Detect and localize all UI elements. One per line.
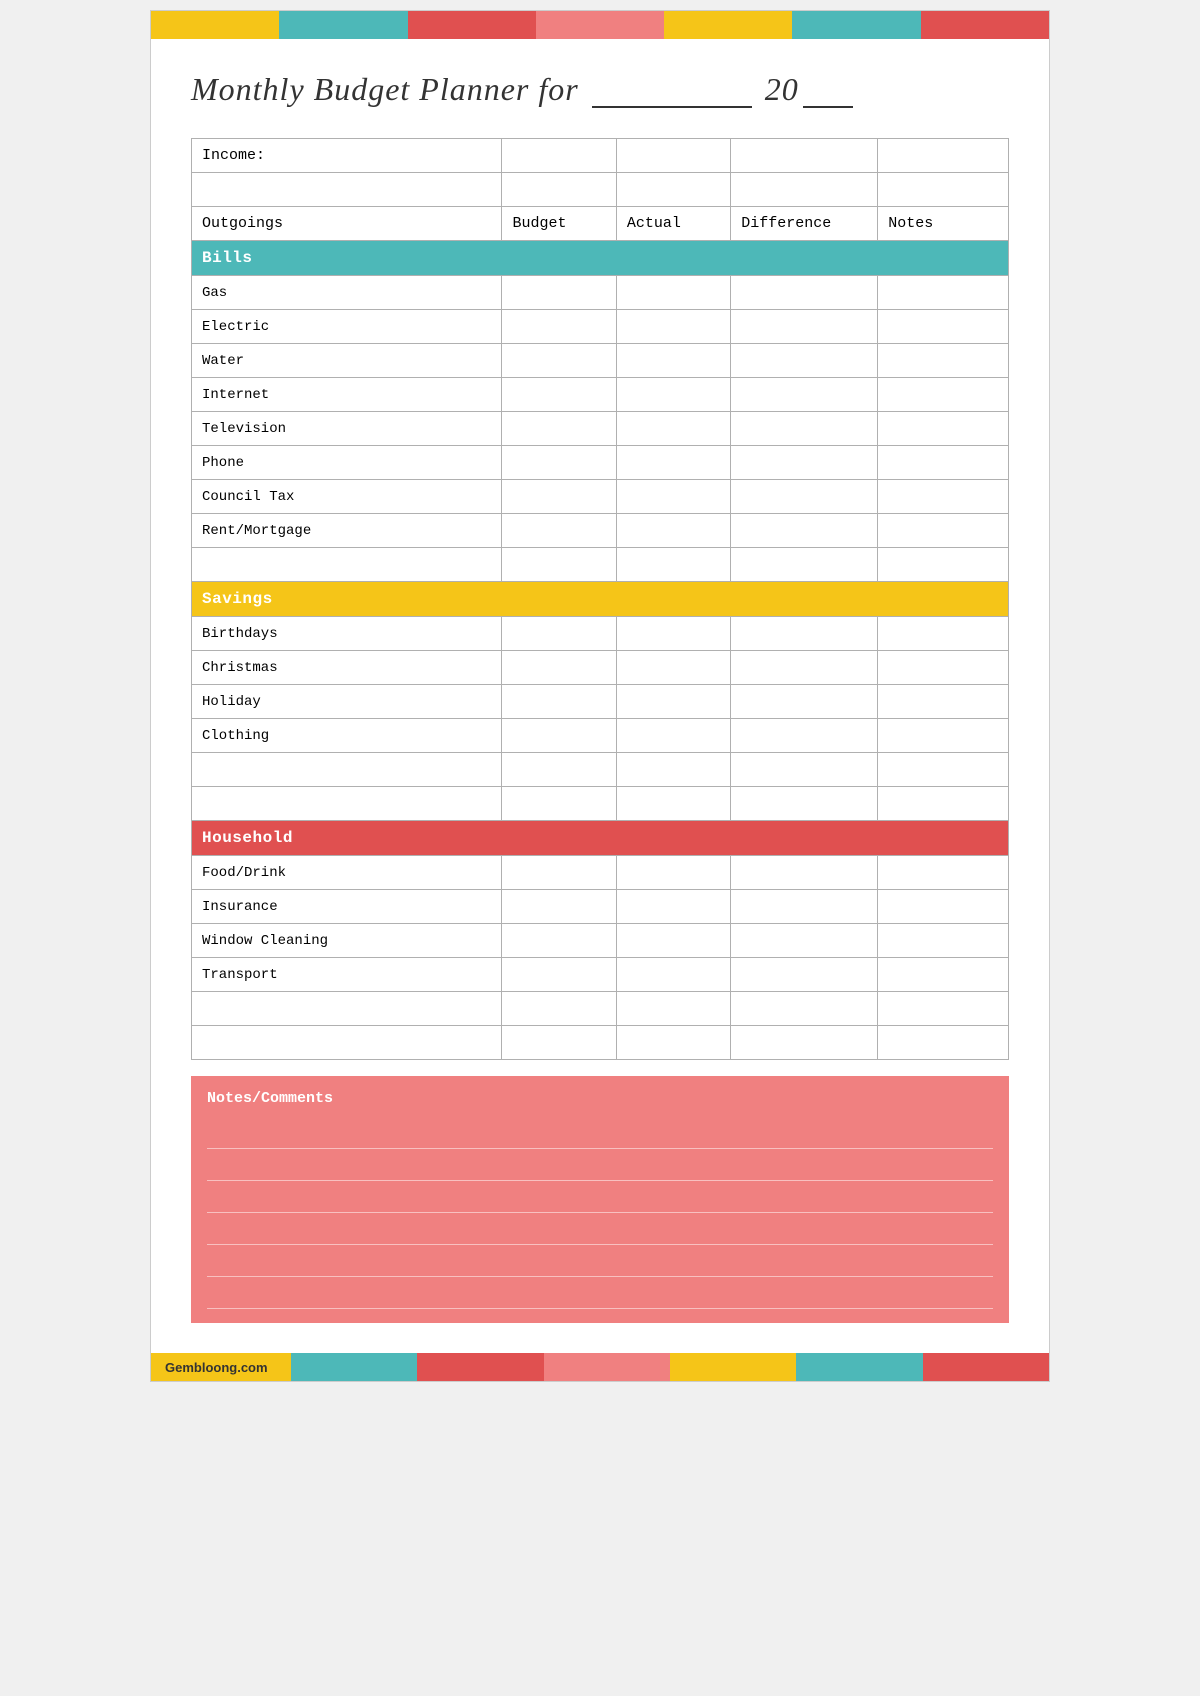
section-header-savings: Savings xyxy=(192,582,1009,617)
cell-budget xyxy=(502,276,616,310)
income-actual xyxy=(616,139,730,173)
row-birthdays: Birthdays xyxy=(192,617,1009,651)
row-label: Clothing xyxy=(192,719,502,753)
row-rent-mortgage: Rent/Mortgage xyxy=(192,514,1009,548)
bottom-bar-seg-6 xyxy=(923,1353,1049,1381)
row-gas: Gas xyxy=(192,276,1009,310)
row-label: Gas xyxy=(192,276,502,310)
bottom-bar-seg-2 xyxy=(417,1353,543,1381)
notes-line-1 xyxy=(207,1117,993,1149)
branding-bar: Gembloong.com xyxy=(151,1353,291,1381)
row-council-tax: Council Tax xyxy=(192,480,1009,514)
row-electric: Electric xyxy=(192,310,1009,344)
notes-comments-box: Notes/Comments xyxy=(191,1076,1009,1323)
row-holiday: Holiday xyxy=(192,685,1009,719)
spacer-household-1 xyxy=(192,992,1009,1026)
col-difference: Difference xyxy=(731,207,878,241)
year-prefix: 20 xyxy=(765,71,799,107)
row-label: Transport xyxy=(192,958,502,992)
top-bar-seg-1 xyxy=(151,11,279,39)
col-budget: Budget xyxy=(502,207,616,241)
row-television: Television xyxy=(192,412,1009,446)
row-label: Window Cleaning xyxy=(192,924,502,958)
income-notes xyxy=(878,139,1009,173)
row-label: Holiday xyxy=(192,685,502,719)
bills-header: Bills xyxy=(192,241,1009,276)
row-christmas: Christmas xyxy=(192,651,1009,685)
notes-line-4 xyxy=(207,1213,993,1245)
row-transport: Transport xyxy=(192,958,1009,992)
household-header: Household xyxy=(192,821,1009,856)
notes-line-3 xyxy=(207,1181,993,1213)
title-text: Monthly Budget Planner for xyxy=(191,71,579,107)
page-title: Monthly Budget Planner for 20 xyxy=(191,69,1009,108)
row-water: Water xyxy=(192,344,1009,378)
budget-table: Income: Outgoings Budget Actual Differen… xyxy=(191,138,1009,1060)
title-blank-line xyxy=(592,69,752,108)
branding-text: Gembloong.com xyxy=(165,1360,268,1375)
bottom-bar-seg-1 xyxy=(291,1353,417,1381)
top-bar-seg-5 xyxy=(664,11,792,39)
top-bar-seg-7 xyxy=(921,11,1049,39)
spacer-row-1 xyxy=(192,173,1009,207)
row-phone: Phone xyxy=(192,446,1009,480)
notes-lines-area xyxy=(207,1117,993,1309)
top-color-bar xyxy=(151,11,1049,39)
row-label: Birthdays xyxy=(192,617,502,651)
top-bar-seg-3 xyxy=(408,11,536,39)
row-label: Television xyxy=(192,412,502,446)
column-header-row: Outgoings Budget Actual Difference Notes xyxy=(192,207,1009,241)
row-label: Electric xyxy=(192,310,502,344)
top-bar-seg-2 xyxy=(279,11,407,39)
bottom-bar-seg-5 xyxy=(796,1353,922,1381)
row-insurance: Insurance xyxy=(192,890,1009,924)
cell-diff xyxy=(731,276,878,310)
section-header-household: Household xyxy=(192,821,1009,856)
row-label: Rent/Mortgage xyxy=(192,514,502,548)
cell-notes xyxy=(878,276,1009,310)
col-notes: Notes xyxy=(878,207,1009,241)
bottom-section: Gembloong.com xyxy=(151,1353,1049,1381)
row-label: Council Tax xyxy=(192,480,502,514)
row-food-drink: Food/Drink xyxy=(192,856,1009,890)
bottom-bar-seg-4 xyxy=(670,1353,796,1381)
top-bar-seg-4 xyxy=(536,11,664,39)
spacer-savings-2 xyxy=(192,787,1009,821)
row-internet: Internet xyxy=(192,378,1009,412)
spacer-after-bills xyxy=(192,548,1009,582)
notes-line-6 xyxy=(207,1277,993,1309)
notes-line-5 xyxy=(207,1245,993,1277)
page: Monthly Budget Planner for 20 Income: xyxy=(150,10,1050,1382)
bottom-bar-seg-3 xyxy=(544,1353,670,1381)
row-label: Christmas xyxy=(192,651,502,685)
income-budget xyxy=(502,139,616,173)
notes-line-2 xyxy=(207,1149,993,1181)
income-diff xyxy=(731,139,878,173)
spacer-household-2 xyxy=(192,1026,1009,1060)
row-label: Food/Drink xyxy=(192,856,502,890)
cell-actual xyxy=(616,276,730,310)
bottom-color-bar xyxy=(291,1353,1049,1381)
income-row: Income: xyxy=(192,139,1009,173)
notes-title: Notes/Comments xyxy=(207,1090,993,1107)
col-outgoings: Outgoings xyxy=(192,207,502,241)
top-bar-seg-6 xyxy=(792,11,920,39)
income-label: Income: xyxy=(192,139,502,173)
row-label: Insurance xyxy=(192,890,502,924)
section-header-bills: Bills xyxy=(192,241,1009,276)
row-label: Internet xyxy=(192,378,502,412)
year-blank xyxy=(803,69,853,108)
col-actual: Actual xyxy=(616,207,730,241)
row-label: Water xyxy=(192,344,502,378)
row-label: Phone xyxy=(192,446,502,480)
row-clothing: Clothing xyxy=(192,719,1009,753)
spacer-savings-1 xyxy=(192,753,1009,787)
row-window-cleaning: Window Cleaning xyxy=(192,924,1009,958)
savings-header: Savings xyxy=(192,582,1009,617)
